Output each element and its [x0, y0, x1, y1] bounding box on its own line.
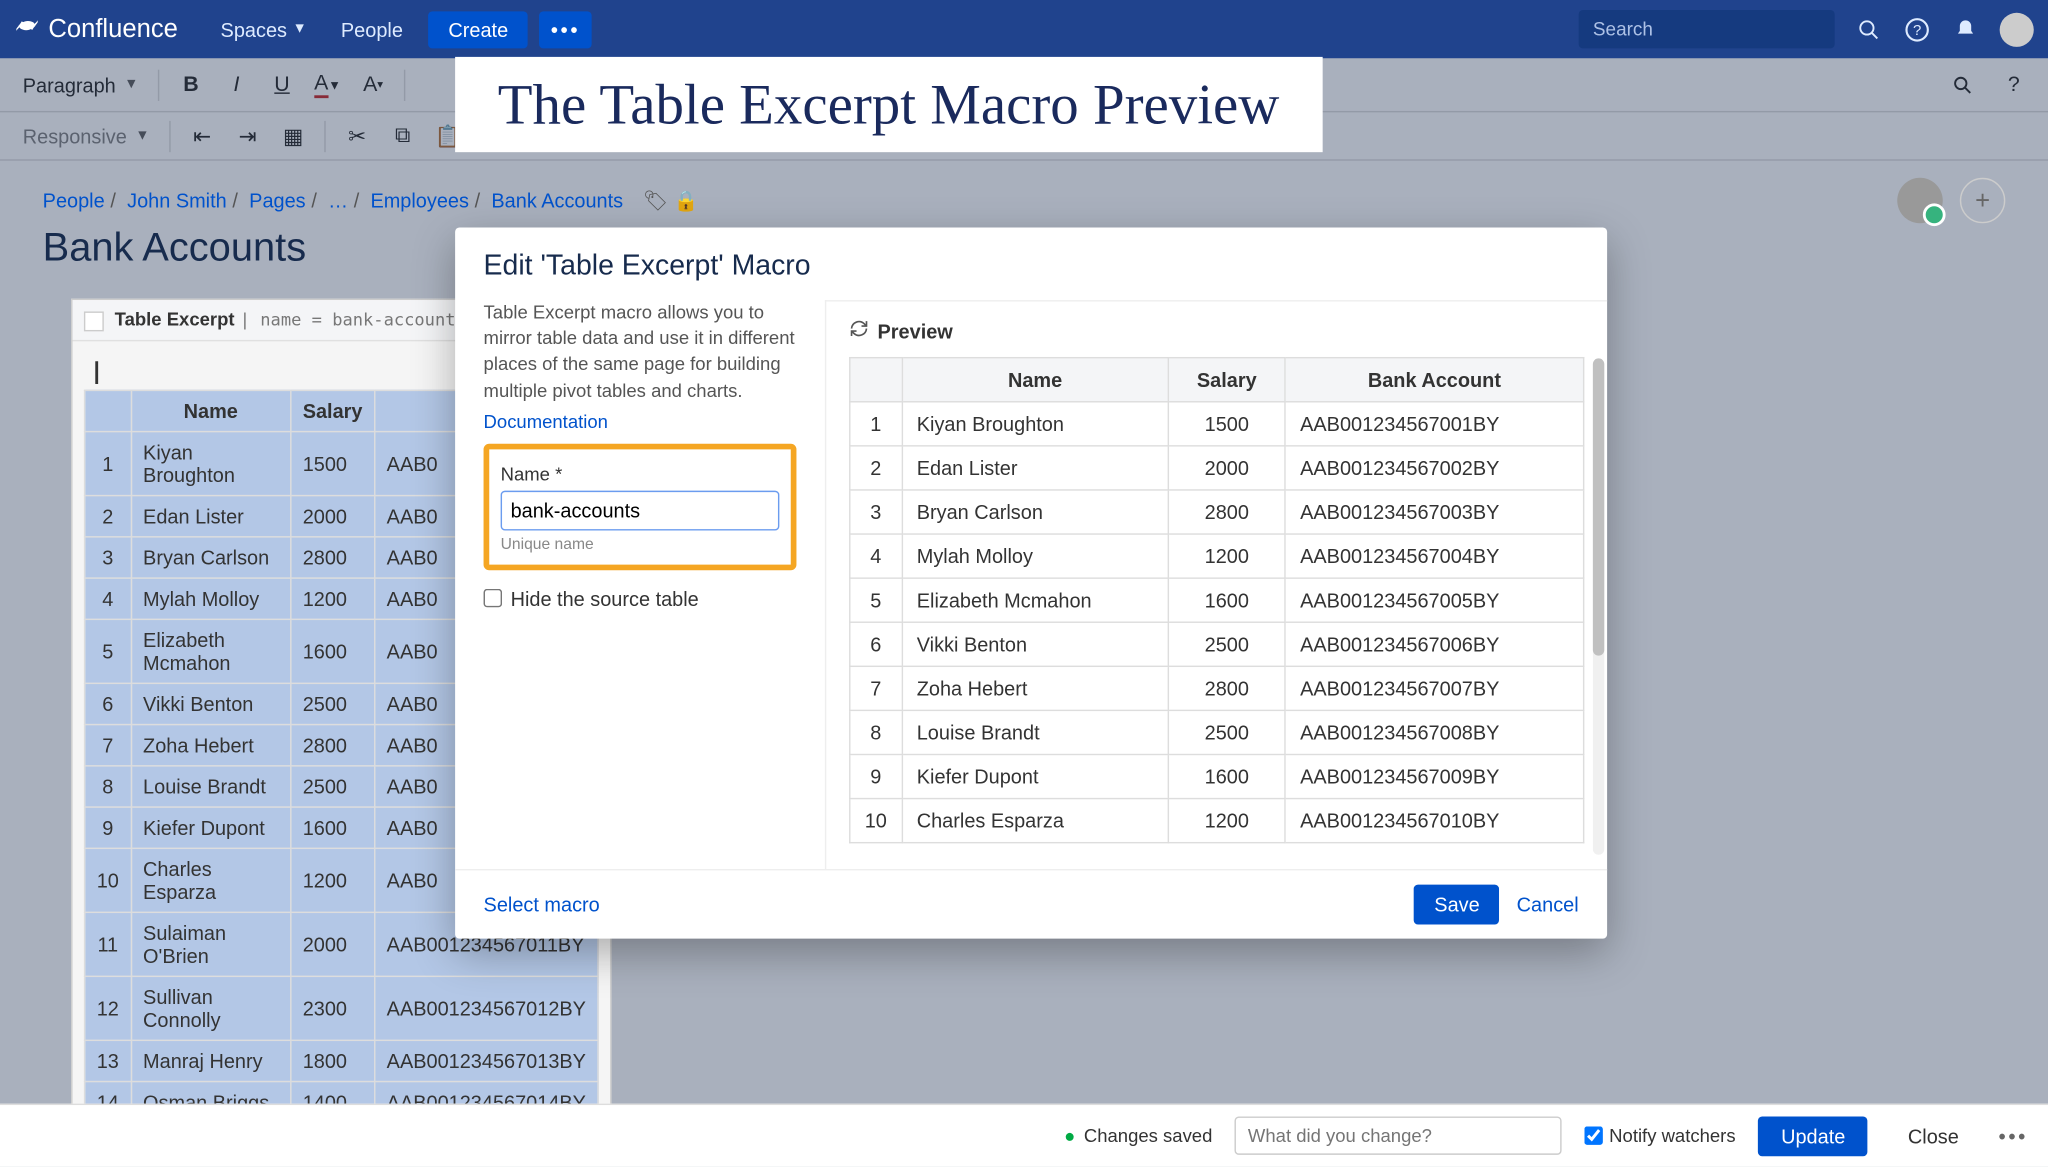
breadcrumbs: People/ John Smith/ Pages/ …/ Employees/…: [43, 189, 2006, 213]
macro-name: Table Excerpt: [115, 309, 235, 330]
table-row: 10Charles Esparza1200AAB001234567010BY: [850, 799, 1584, 843]
name-hint: Unique name: [501, 536, 780, 553]
refresh-icon[interactable]: [849, 319, 869, 343]
check-icon: ●: [1064, 1125, 1075, 1146]
table-row: 13Manraj Henry1800AAB001234567013BY: [85, 1040, 598, 1081]
table-row: 4Mylah Molloy1200AAB001234567004BY: [850, 534, 1584, 578]
nav-spaces[interactable]: Spaces▼: [203, 0, 323, 58]
name-field-highlight: Name * Unique name: [484, 443, 797, 570]
chevron-down-icon: ▼: [293, 21, 307, 37]
save-button[interactable]: Save: [1414, 885, 1499, 925]
hide-source-label: Hide the source table: [511, 587, 699, 610]
preview-scrollbar[interactable]: [1593, 358, 1604, 854]
close-button[interactable]: Close: [1891, 1116, 1976, 1156]
macro-description: Table Excerpt macro allows you to mirror…: [484, 300, 797, 403]
notify-watchers-label: Notify watchers: [1609, 1125, 1735, 1146]
search-input[interactable]: [1579, 10, 1835, 48]
preview-heading: Preview: [849, 319, 1584, 343]
svg-text:?: ?: [1913, 21, 1921, 38]
table-row: 9Kiefer Dupont1600AAB001234567009BY: [850, 754, 1584, 798]
name-input[interactable]: [501, 490, 780, 530]
brand-text: Confluence: [48, 14, 178, 44]
breadcrumb-employees[interactable]: Employees: [370, 189, 469, 212]
text-cursor: [95, 361, 98, 384]
table-row: 5Elizabeth Mcmahon1600AAB001234567005BY: [850, 578, 1584, 622]
breadcrumb-pages[interactable]: Pages: [249, 189, 305, 212]
confluence-icon: [14, 13, 48, 46]
table-row: 7Zoha Hebert2800AAB001234567007BY: [850, 666, 1584, 710]
version-comment-input[interactable]: [1235, 1116, 1562, 1154]
preview-table: Name Salary Bank Account 1Kiyan Broughto…: [849, 357, 1584, 843]
dialog-title: Edit 'Table Excerpt' Macro: [455, 228, 1607, 301]
lock-icon[interactable]: 🔒: [674, 189, 699, 212]
cancel-button[interactable]: Cancel: [1517, 893, 1579, 916]
topnav: Confluence Spaces▼ People Create ••• ?: [0, 0, 2048, 58]
table-row: 3Bryan Carlson2800AAB001234567003BY: [850, 490, 1584, 534]
notify-watchers-checkbox[interactable]: Notify watchers: [1585, 1125, 1736, 1146]
brand-logo[interactable]: Confluence: [14, 13, 178, 46]
notifications-icon[interactable]: [1951, 15, 1979, 43]
add-collaborator-button[interactable]: +: [1960, 178, 2006, 224]
table-row: 12Sullivan Connolly2300AAB001234567012BY: [85, 976, 598, 1040]
more-button[interactable]: •••: [539, 11, 591, 48]
name-label: Name *: [501, 463, 780, 484]
create-button[interactable]: Create: [428, 11, 528, 48]
demo-title-overlay: The Table Excerpt Macro Preview: [455, 57, 1322, 152]
edit-macro-dialog: Edit 'Table Excerpt' Macro Table Excerpt…: [455, 228, 1607, 939]
label-icon[interactable]: 🏷: [643, 189, 668, 212]
breadcrumb-bank-accounts[interactable]: Bank Accounts: [491, 189, 623, 212]
breadcrumb-user[interactable]: John Smith: [127, 189, 227, 212]
hide-source-checkbox[interactable]: Hide the source table: [484, 587, 797, 610]
table-row: 8Louise Brandt2500AAB001234567008BY: [850, 710, 1584, 754]
macro-icon: [84, 311, 104, 331]
collaborator-avatar[interactable]: [1897, 178, 1943, 224]
update-button[interactable]: Update: [1758, 1116, 1868, 1156]
search-icon[interactable]: [1855, 15, 1883, 43]
breadcrumb-people[interactable]: People: [43, 189, 105, 212]
hide-source-checkbox-input[interactable]: [484, 589, 502, 607]
changes-saved-indicator: ● Changes saved: [1064, 1125, 1212, 1146]
notify-watchers-input[interactable]: [1585, 1126, 1603, 1144]
editor-bottom-bar: ● Changes saved Notify watchers Update C…: [0, 1104, 2048, 1167]
documentation-link[interactable]: Documentation: [484, 411, 608, 432]
select-macro-link[interactable]: Select macro: [484, 893, 600, 916]
nav-people[interactable]: People: [324, 0, 420, 58]
table-row: 1Kiyan Broughton1500AAB001234567001BY: [850, 402, 1584, 446]
user-avatar[interactable]: [2000, 12, 2034, 46]
help-icon[interactable]: ?: [1903, 15, 1931, 43]
table-row: 6Vikki Benton2500AAB001234567006BY: [850, 622, 1584, 666]
more-actions-button[interactable]: •••: [1999, 1124, 2028, 1147]
breadcrumb-ellipsis[interactable]: …: [328, 189, 348, 212]
table-row: 2Edan Lister2000AAB001234567002BY: [850, 446, 1584, 490]
